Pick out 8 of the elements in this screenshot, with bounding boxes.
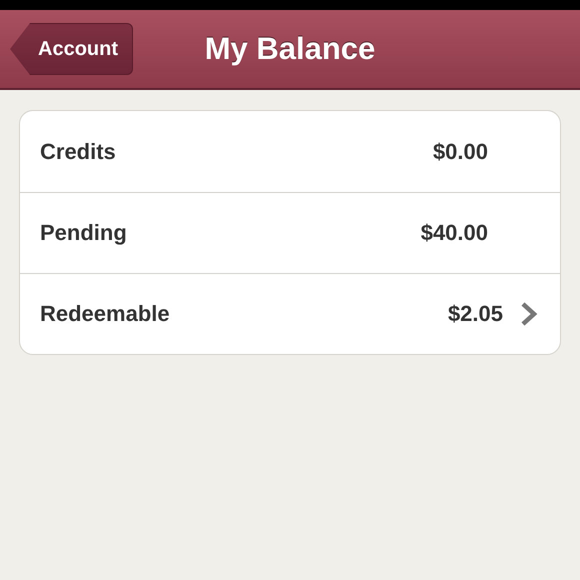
balance-label: Redeemable xyxy=(40,301,171,327)
screen-title: My Balance xyxy=(204,31,376,67)
balance-label: Pending xyxy=(40,220,128,246)
balance-amount: $2.05 xyxy=(448,301,503,327)
balance-amount: $40.00 xyxy=(420,220,488,246)
balance-amount: $0.00 xyxy=(432,138,488,164)
balance-label: Credits xyxy=(40,138,117,164)
back-button[interactable]: Account xyxy=(10,23,133,75)
